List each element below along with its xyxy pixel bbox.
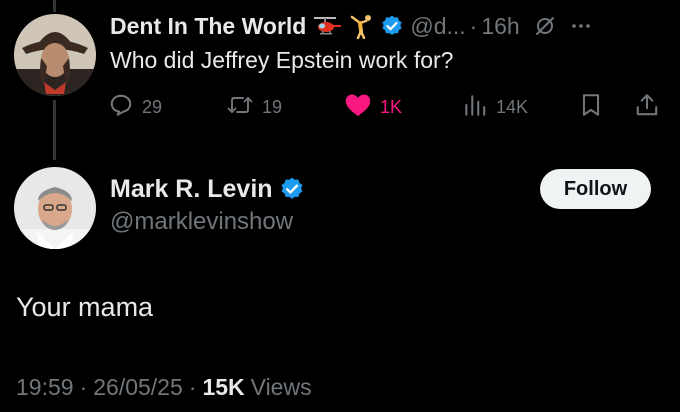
bookmark-button[interactable]: [578, 90, 604, 124]
avatar[interactable]: [14, 167, 96, 249]
comment-icon: [108, 92, 134, 123]
gymnast-icon: [348, 13, 374, 39]
verified-badge-icon: [279, 176, 305, 202]
tweet-time[interactable]: 19:59: [16, 374, 74, 401]
thread-line: [53, 100, 56, 160]
reply-time[interactable]: 16h: [481, 13, 519, 40]
views-button[interactable]: 14K: [462, 90, 528, 124]
repost-count: 19: [262, 96, 283, 117]
views-count: 14K: [496, 96, 529, 117]
tweet-author-handle[interactable]: @marklevinshow: [110, 208, 293, 236]
helicopter-icon: [312, 14, 342, 38]
heart-filled-icon: [344, 92, 372, 123]
reply-actions: 29 19 1K 14K: [108, 90, 668, 124]
reply-button[interactable]: 29: [108, 90, 162, 124]
separator: ·: [469, 12, 478, 39]
tweet-views-count[interactable]: 15K: [202, 374, 244, 401]
repost-icon: [226, 92, 254, 123]
repost-button[interactable]: 19: [226, 90, 282, 124]
grok-icon[interactable]: [534, 15, 556, 37]
reply-author-handle[interactable]: @d...: [410, 13, 465, 40]
share-button[interactable]: [634, 90, 660, 124]
reply-count: 29: [142, 96, 163, 117]
like-button[interactable]: 1K: [344, 90, 402, 124]
more-options-icon[interactable]: [570, 15, 592, 37]
reply-text: Who did Jeffrey Epstein work for?: [110, 47, 454, 73]
avatar[interactable]: [14, 14, 96, 96]
reply-header: Dent In The World @d... · 16h: [110, 10, 592, 42]
analytics-icon: [462, 92, 488, 123]
bookmark-icon: [578, 92, 604, 123]
tweet-meta: 19:59 · 26/05/25 · 15K Views: [16, 374, 312, 401]
separator: ·: [188, 374, 197, 400]
share-icon: [634, 92, 660, 123]
like-count: 1K: [380, 96, 403, 117]
tweet-date[interactable]: 26/05/25: [93, 374, 183, 401]
tweet-header: Mark R. Levin: [110, 172, 305, 206]
follow-button[interactable]: Follow: [540, 169, 651, 209]
tweet-author-name[interactable]: Mark R. Levin: [110, 175, 273, 204]
reply-author-name[interactable]: Dent In The World: [110, 13, 306, 40]
separator: ·: [79, 374, 88, 400]
tweet-views-label: Views: [250, 374, 312, 400]
tweet-text: Your mama: [16, 292, 154, 322]
verified-badge-icon: [380, 14, 404, 38]
thread-line: [53, 0, 56, 12]
